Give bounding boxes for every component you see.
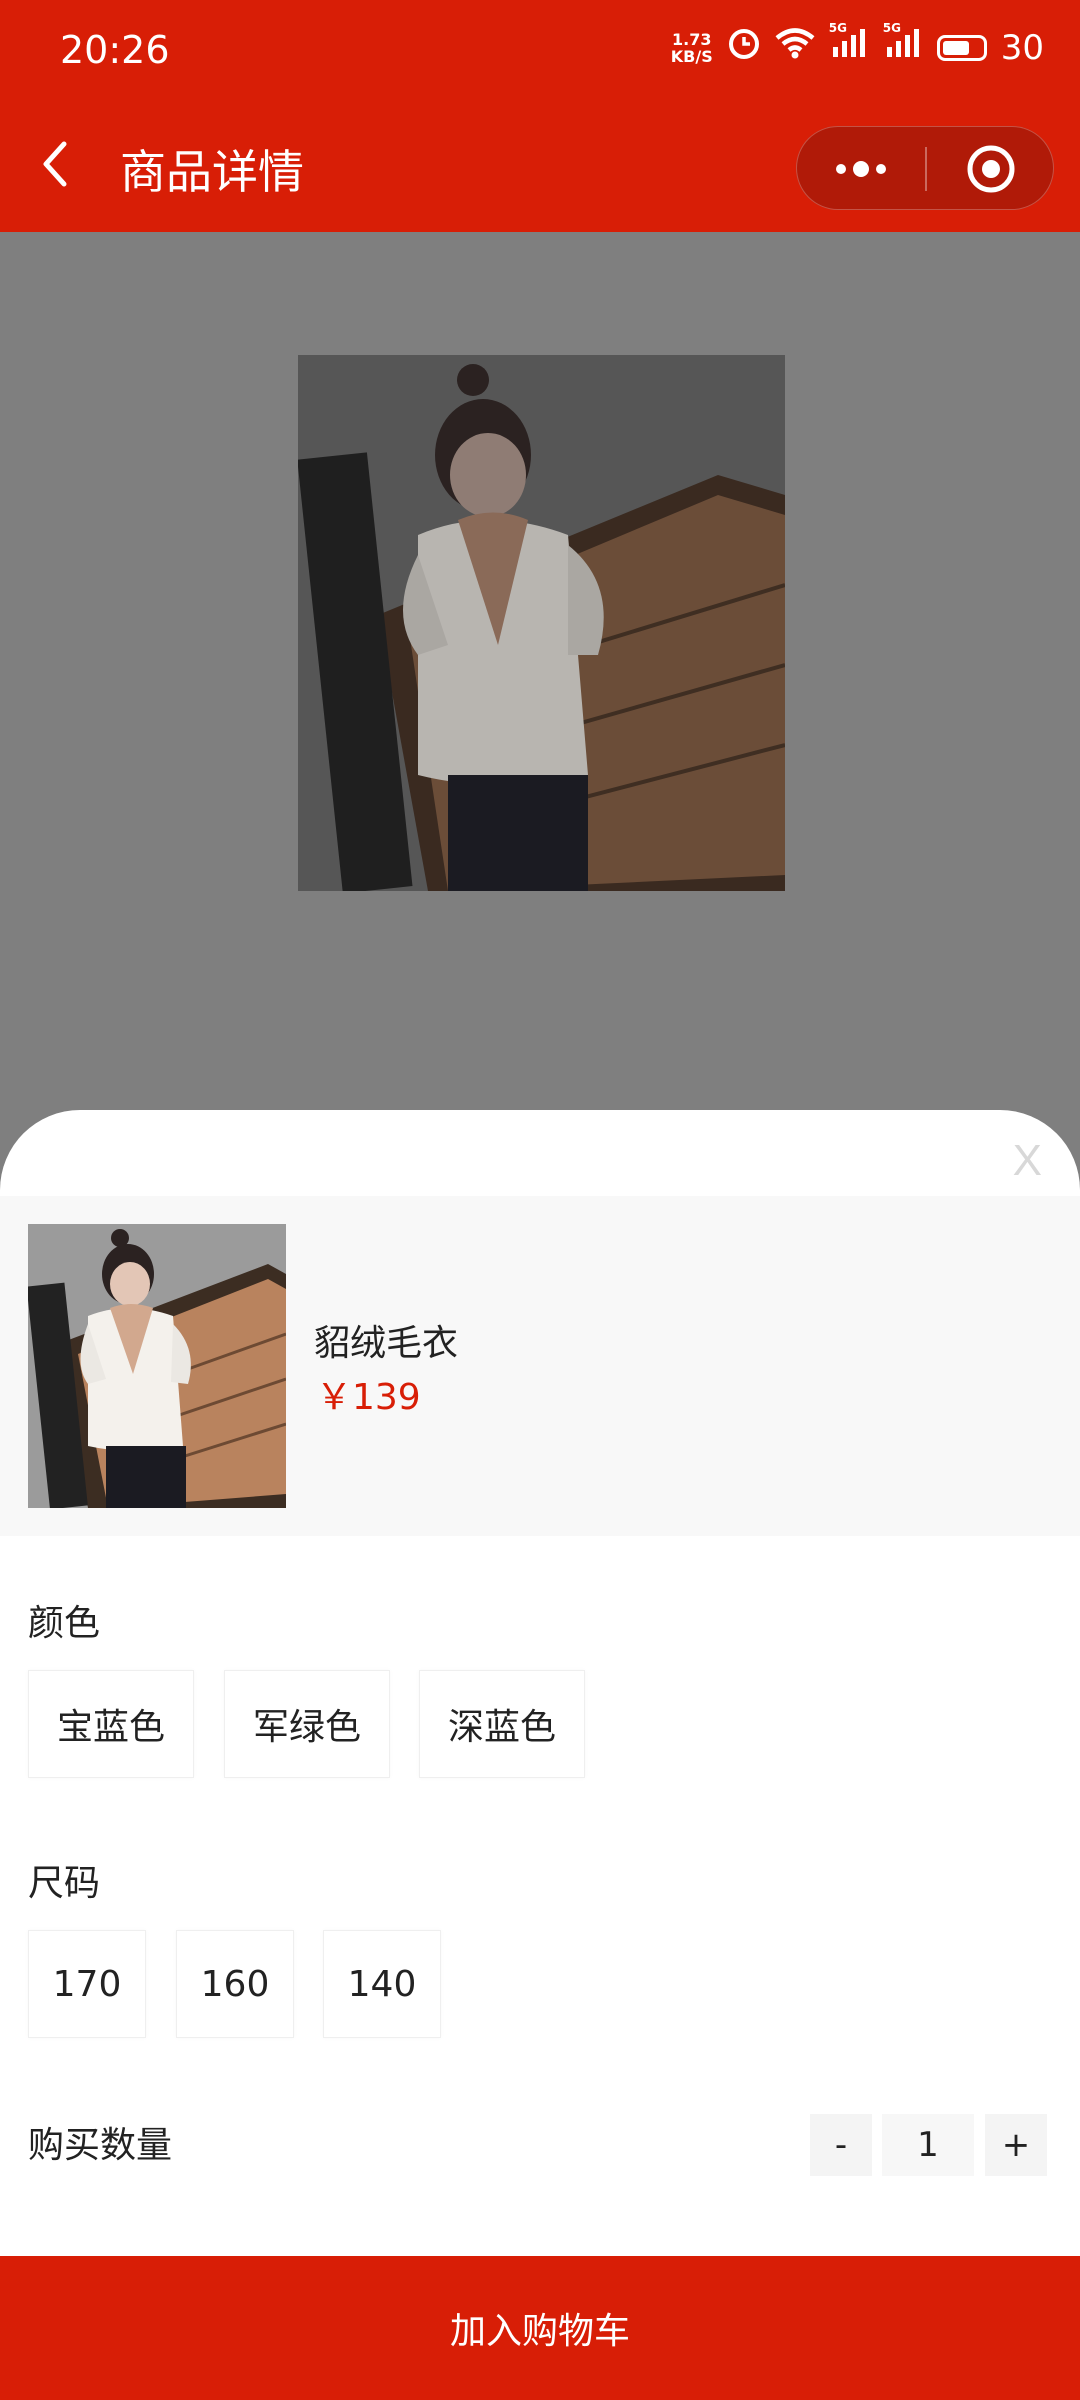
product-name: 貂绒毛衣 (314, 1323, 459, 1364)
close-sheet-button[interactable]: X (1013, 1136, 1042, 1186)
quantity-label: 购买数量 (28, 2125, 173, 2166)
product-thumbnail (28, 1224, 286, 1508)
add-to-cart-button[interactable]: 加入购物车 (0, 2256, 1080, 2400)
quantity-decrease-button[interactable]: - (810, 2114, 872, 2176)
top-bar: 20:26 1.73 KB/S 5G 5G 30 商品详情 (0, 0, 1080, 232)
size-option[interactable]: 160 (176, 1930, 294, 2038)
size-option[interactable]: 140 (323, 1930, 441, 2038)
color-option[interactable]: 宝蓝色 (28, 1670, 194, 1778)
back-arrow-icon (43, 141, 67, 187)
quantity-increase-button[interactable]: + (985, 2114, 1047, 2176)
page-title: 商品详情 (120, 145, 304, 199)
status-icons: 1.73 KB/S 5G 5G 30 (670, 21, 1044, 69)
signal-5g-icon: 5G (883, 21, 923, 68)
battery-level: 30 (1000, 27, 1044, 68)
color-option[interactable]: 军绿色 (224, 1670, 390, 1778)
color-option[interactable]: 深蓝色 (419, 1670, 585, 1778)
product-main-image (298, 355, 785, 891)
selected-product-summary: 貂绒毛衣 ￥139 (0, 1196, 1080, 1536)
sku-selector-sheet: X 貂绒毛衣 ￥139 颜色 宝蓝色 军绿色 深蓝色 尺码 170 160 14… (0, 1110, 1080, 2400)
signal-5g-icon: 5G (829, 21, 869, 68)
back-button[interactable] (36, 134, 76, 194)
net-speed: 1.73 KB/S (670, 29, 713, 66)
close-miniprogram-button[interactable] (927, 127, 1055, 211)
more-dots-icon (836, 161, 886, 177)
battery-icon (936, 34, 987, 61)
quantity-input[interactable]: 1 (882, 2114, 974, 2176)
size-option[interactable]: 170 (28, 1930, 146, 2038)
wifi-icon (775, 27, 815, 68)
color-section-label: 颜色 (28, 1603, 101, 1644)
status-time: 20:26 (60, 28, 170, 72)
mini-program-capsule (796, 126, 1054, 210)
size-section-label: 尺码 (28, 1863, 101, 1904)
target-icon (967, 145, 1015, 193)
more-button[interactable] (797, 127, 925, 211)
product-price: ￥139 (316, 1377, 421, 1418)
alarm-icon (727, 26, 761, 69)
